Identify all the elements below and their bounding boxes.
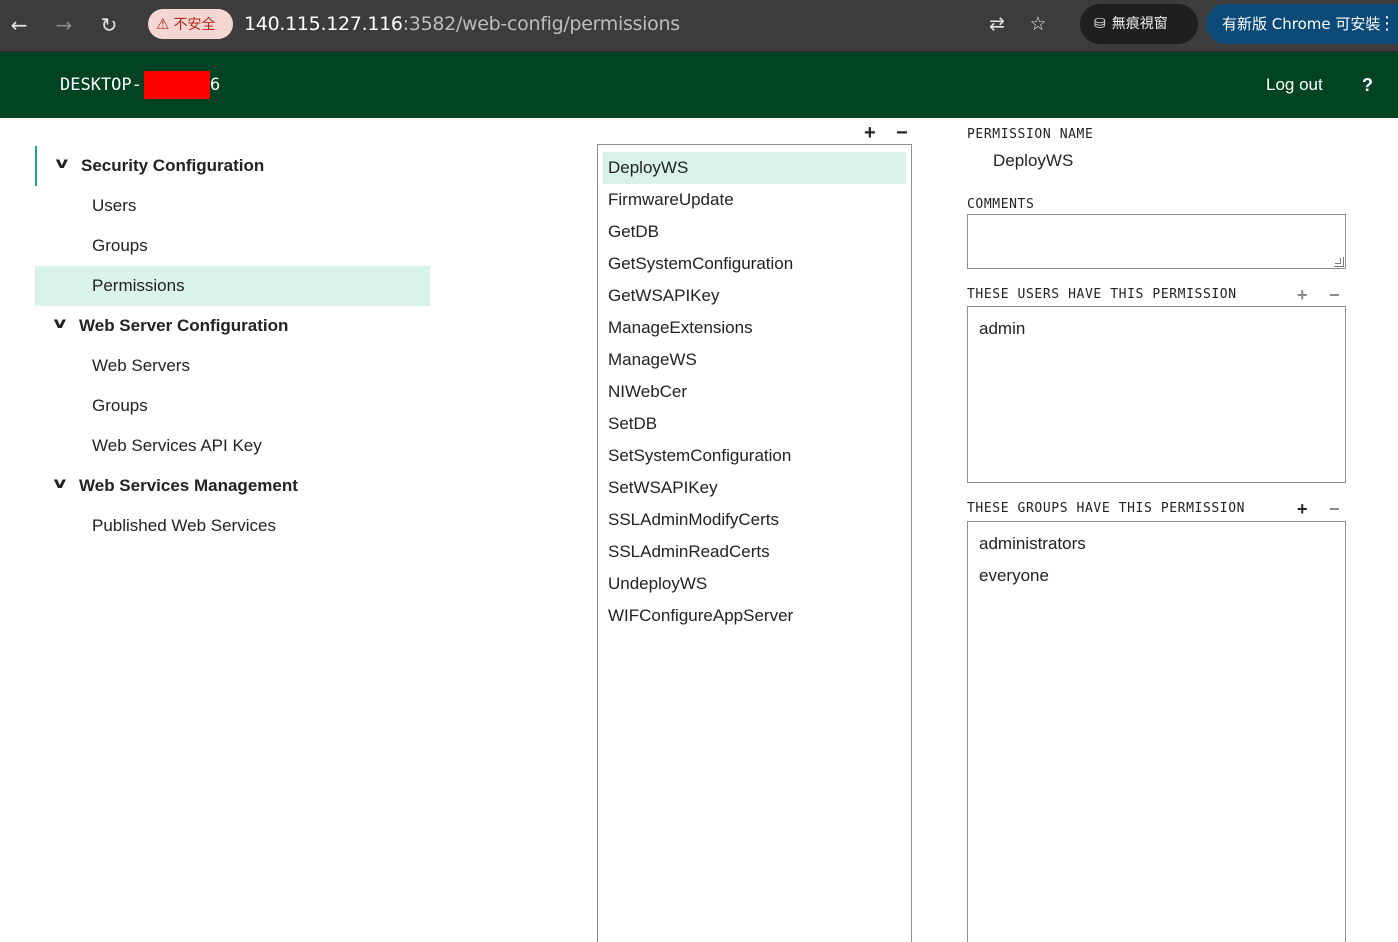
chevron-down-icon: v	[55, 154, 69, 172]
reload-icon[interactable]: ↻	[96, 12, 122, 38]
group-item-everyone[interactable]: everyone	[979, 566, 1049, 586]
permission-label: ManageExtensions	[608, 318, 753, 337]
add-group-button[interactable]: +	[1297, 500, 1308, 518]
hostname-prefix: DESKTOP-	[60, 75, 142, 95]
permission-item-firmwareupdate[interactable]: FirmwareUpdate	[603, 184, 906, 216]
url-host: 140.115.127.116	[244, 13, 403, 35]
permission-item-ssladminreadcerts[interactable]: SSLAdminReadCerts	[603, 536, 906, 568]
nav-section-security-configuration[interactable]: v Security Configuration	[35, 146, 430, 186]
add-permission-button[interactable]: +	[864, 122, 876, 144]
app-header: DESKTOP- 6 Log out ?	[0, 52, 1398, 118]
permission-item-deployws[interactable]: DeployWS	[603, 152, 906, 184]
permission-item-managews[interactable]: ManageWS	[603, 344, 906, 376]
forward-arrow-icon[interactable]: →	[51, 12, 77, 38]
sidebar-item-label: Permissions	[92, 276, 185, 295]
permission-item-getwsapikey[interactable]: GetWSAPIKey	[603, 280, 906, 312]
remove-permission-button[interactable]: −	[896, 122, 908, 144]
users-list: admin	[967, 306, 1346, 483]
translate-icon[interactable]: ⇄	[984, 11, 1010, 37]
update-chrome-button[interactable]: 有新版 Chrome 可安裝 ⋮	[1206, 4, 1398, 44]
permission-label: SetWSAPIKey	[608, 478, 718, 497]
permission-item-niwebcer[interactable]: NIWebCer	[603, 376, 906, 408]
incognito-icon: ⛁	[1094, 16, 1106, 32]
browser-toolbar: ← → ↻ ⚠ 不安全 140.115.127.116:3582/web-conf…	[0, 0, 1398, 52]
sidebar-item-web-services-api-key[interactable]: Web Services API Key	[35, 426, 430, 466]
comments-textarea[interactable]	[967, 214, 1346, 269]
not-secure-label: 不安全	[173, 17, 216, 33]
sidebar-item-groups[interactable]: Groups	[35, 226, 430, 266]
permission-label: SSLAdminModifyCerts	[608, 510, 780, 529]
update-chrome-label: 有新版 Chrome 可安裝	[1222, 15, 1381, 33]
address-bar[interactable]: 140.115.127.116:3582/web-config/permissi…	[244, 12, 680, 36]
permission-name-label: PERMISSION NAME	[967, 127, 1094, 142]
groups-list: administrators everyone	[967, 521, 1346, 942]
permission-item-setsystemconfiguration[interactable]: SetSystemConfiguration	[603, 440, 906, 472]
nav-section-label: Security Configuration	[81, 156, 265, 175]
sidebar-item-label: Published Web Services	[92, 516, 276, 535]
hostname-suffix: 6	[210, 75, 221, 95]
remove-group-button[interactable]: −	[1329, 500, 1340, 518]
permission-item-getdb[interactable]: GetDB	[603, 216, 906, 248]
sidebar-item-label: Web Services API Key	[92, 436, 262, 455]
help-button[interactable]: ?	[1362, 72, 1373, 98]
sidebar-item-users[interactable]: Users	[35, 186, 430, 226]
incognito-chip[interactable]: ⛁ 無痕視窗	[1080, 4, 1198, 44]
permission-item-getsystemconfiguration[interactable]: GetSystemConfiguration	[603, 248, 906, 280]
nav-section-web-server-configuration[interactable]: v Web Server Configuration	[35, 306, 430, 346]
permission-label: FirmwareUpdate	[608, 190, 734, 209]
sidebar-item-published-web-services[interactable]: Published Web Services	[35, 506, 430, 546]
permission-label: SetDB	[608, 414, 658, 433]
permission-label: GetSystemConfiguration	[608, 254, 794, 273]
permission-item-manageextensions[interactable]: ManageExtensions	[603, 312, 906, 344]
not-secure-chip[interactable]: ⚠ 不安全	[148, 9, 233, 39]
incognito-label: 無痕視窗	[1111, 16, 1168, 32]
nav-section-web-services-management[interactable]: v Web Services Management	[35, 466, 430, 506]
permission-label: SetSystemConfiguration	[608, 446, 792, 465]
sidebar-item-label: Web Servers	[92, 356, 190, 375]
sidebar-item-permissions[interactable]: Permissions	[35, 266, 430, 306]
sidebar-item-server-groups[interactable]: Groups	[35, 386, 430, 426]
sidebar-item-web-servers[interactable]: Web Servers	[35, 346, 430, 386]
redaction-block	[144, 71, 210, 99]
permission-item-setwsapikey[interactable]: SetWSAPIKey	[603, 472, 906, 504]
warning-icon: ⚠	[156, 15, 170, 33]
group-item-administrators[interactable]: administrators	[979, 534, 1086, 554]
sidebar-nav: v Security Configuration Users Groups Pe…	[0, 118, 440, 942]
users-permission-label: THESE USERS HAVE THIS PERMISSION	[967, 287, 1237, 302]
permissions-list: DeployWS FirmwareUpdate GetDB GetSystemC…	[597, 144, 912, 942]
remove-user-button[interactable]: −	[1329, 286, 1340, 304]
permission-item-ssladminmodifycerts[interactable]: SSLAdminModifyCerts	[603, 504, 906, 536]
nav-section-label: Web Server Configuration	[79, 316, 289, 335]
sidebar-item-label: Groups	[92, 236, 148, 255]
permission-label: SSLAdminReadCerts	[608, 542, 770, 561]
sidebar-item-label: Users	[92, 196, 137, 215]
permission-name-value: DeployWS	[993, 151, 1074, 170]
nav-section-label: Web Services Management	[79, 476, 298, 495]
permission-label: NIWebCer	[608, 382, 688, 401]
permission-label: GetDB	[608, 222, 660, 241]
back-arrow-icon[interactable]: ←	[6, 12, 32, 38]
url-path: :3582/web-config/permissions	[402, 13, 680, 35]
user-item-admin[interactable]: admin	[979, 319, 1025, 339]
permission-label: DeployWS	[608, 158, 689, 177]
permission-item-wifconfigureappserver[interactable]: WIFConfigureAppServer	[603, 600, 906, 632]
permission-label: ManageWS	[608, 350, 697, 369]
chevron-down-icon: v	[53, 474, 67, 492]
permission-item-setdb[interactable]: SetDB	[603, 408, 906, 440]
sidebar-item-label: Groups	[92, 396, 148, 415]
more-menu-icon[interactable]: ⋮	[1378, 4, 1396, 44]
permission-label: GetWSAPIKey	[608, 286, 720, 305]
resize-grip-icon[interactable]	[1334, 257, 1344, 267]
groups-permission-label: THESE GROUPS HAVE THIS PERMISSION	[967, 501, 1246, 516]
comments-label: COMMENTS	[967, 197, 1035, 212]
chevron-down-icon: v	[53, 314, 67, 332]
add-user-button[interactable]: +	[1297, 286, 1308, 304]
logout-link[interactable]: Log out	[1266, 72, 1323, 98]
permission-label: WIFConfigureAppServer	[608, 606, 794, 625]
star-bookmark-icon[interactable]: ☆	[1025, 11, 1051, 37]
permission-label: UndeployWS	[608, 574, 708, 593]
permission-item-undeployws[interactable]: UndeployWS	[603, 568, 906, 600]
